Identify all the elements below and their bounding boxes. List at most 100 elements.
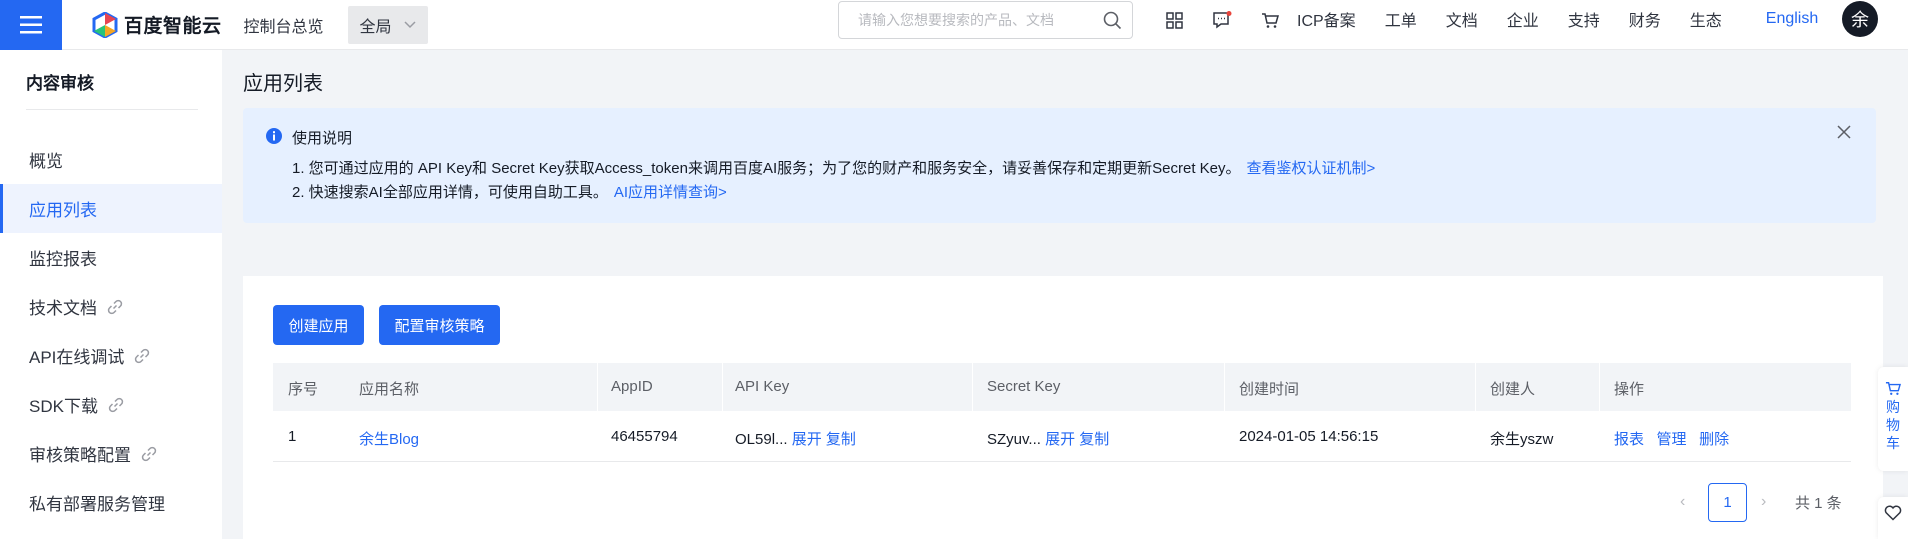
notice-line-1-text: 1. 您可通过应用的 API Key和 Secret Key获取Access_t…: [292, 160, 1241, 177]
sidebar-item-monitor-report[interactable]: 监控报表: [0, 233, 222, 282]
sidebar-item-overview[interactable]: 概览: [0, 135, 222, 184]
info-icon: [265, 127, 283, 149]
column-divider: [972, 363, 973, 411]
row-divider: [273, 461, 1851, 462]
sidebar-item-label: 监控报表: [29, 250, 97, 269]
configure-policy-button[interactable]: 配置审核策略: [379, 305, 500, 345]
sidebar-item-tech-docs[interactable]: 技术文档: [0, 282, 222, 331]
column-divider: [1599, 363, 1600, 411]
sidebar-item-label: 概览: [29, 152, 63, 171]
create-app-button[interactable]: 创建应用: [273, 305, 364, 345]
th-creator: 创建人: [1490, 381, 1536, 398]
th-app-id: AppID: [611, 378, 653, 395]
sidebar: 内容审核 概览 应用列表 监控报表 技术文档 API在线调试 SDK下载 审核策…: [0, 50, 222, 539]
prev-page-button[interactable]: ‹: [1680, 493, 1685, 511]
nav-enterprise[interactable]: 企业: [1507, 7, 1539, 31]
notice-line-2: 2. 快速搜索AI全部应用详情，可使用自助工具。 AI应用详情查询>: [292, 181, 727, 202]
sidebar-item-label: API在线调试: [29, 348, 125, 367]
external-link-icon: [107, 396, 125, 414]
region-value: 全局: [359, 18, 392, 36]
nav-support[interactable]: 支持: [1568, 7, 1600, 31]
region-select[interactable]: 全局: [347, 5, 428, 44]
next-page-button[interactable]: ›: [1761, 493, 1766, 511]
page-title: 应用列表: [243, 73, 323, 95]
chevron-down-icon: [404, 18, 416, 32]
ai-app-query-link[interactable]: AI应用详情查询>: [614, 184, 727, 201]
close-icon[interactable]: [1834, 122, 1854, 142]
sidebar-title: 内容审核: [26, 74, 94, 93]
floating-favorite-tab[interactable]: [1878, 497, 1908, 539]
sidebar-item-label: SDK下载: [29, 397, 98, 416]
cell-creator: 余生yszw: [1490, 431, 1554, 448]
th-secret-key: Secret Key: [987, 378, 1061, 395]
message-icon[interactable]: [1198, 0, 1246, 40]
api-key-copy-link[interactable]: 复制: [826, 431, 856, 448]
avatar[interactable]: 余: [1842, 1, 1878, 37]
cell-app-id: 46455794: [611, 428, 678, 445]
apps-icon[interactable]: [1150, 0, 1198, 40]
external-link-icon: [140, 445, 158, 463]
notice-line-2-text: 2. 快速搜索AI全部应用详情，可使用自助工具。: [292, 184, 608, 201]
api-key-expand-link[interactable]: 展开: [792, 431, 822, 448]
logo[interactable]: 百度智能云: [92, 10, 222, 39]
sidebar-item-label: 审核策略配置: [29, 446, 131, 465]
cell-api-key: OL59l... 展开 复制: [735, 428, 856, 449]
th-actions: 操作: [1614, 381, 1645, 398]
menu-button[interactable]: [0, 0, 62, 50]
app-name-link[interactable]: 余生Blog: [359, 431, 419, 448]
top-nav: ICP备案 工单 文档 企业 支持 财务 生态 English: [1297, 0, 1847, 38]
secret-key-value: SZyuv...: [987, 431, 1041, 448]
sidebar-item-policy-config[interactable]: 审核策略配置: [0, 429, 222, 478]
logo-text: 百度智能云: [124, 16, 222, 37]
external-link-icon: [106, 298, 124, 316]
heart-icon: [1884, 505, 1902, 521]
column-divider: [722, 363, 723, 411]
language-switch[interactable]: English: [1766, 10, 1818, 28]
column-divider: [1475, 363, 1476, 411]
nav-finance[interactable]: 财务: [1629, 7, 1661, 31]
cell-actions: 报表 管理 删除: [1614, 428, 1729, 449]
external-link-icon: [133, 347, 151, 365]
usage-notice: 使用说明 1. 您可通过应用的 API Key和 Secret Key获取Acc…: [243, 108, 1876, 223]
sidebar-item-sdk-download[interactable]: SDK下载: [0, 380, 222, 429]
sidebar-item-private-deploy[interactable]: 私有部署服务管理: [0, 478, 222, 527]
manage-link[interactable]: 管理: [1657, 431, 1687, 448]
delete-link[interactable]: 删除: [1699, 431, 1729, 448]
nav-ticket[interactable]: 工单: [1385, 7, 1417, 31]
sidebar-item-api-debug[interactable]: API在线调试: [0, 331, 222, 380]
cell-index: 1: [288, 428, 297, 445]
cart-icon[interactable]: [1246, 0, 1294, 40]
cart-icon: [1885, 382, 1901, 395]
search-input[interactable]: [858, 12, 1098, 28]
column-divider: [1224, 363, 1225, 411]
sidebar-item-label: 技术文档: [29, 299, 97, 318]
page-number-button[interactable]: 1: [1708, 483, 1747, 522]
pagination-total: 共 1 条: [1795, 495, 1842, 512]
report-link[interactable]: 报表: [1614, 431, 1644, 448]
floating-cart-tab[interactable]: 购物车: [1878, 367, 1908, 471]
th-index: 序号: [288, 381, 319, 398]
sidebar-divider: [26, 109, 198, 110]
search-box: [838, 1, 1133, 39]
nav-icp[interactable]: ICP备案: [1297, 7, 1356, 31]
auth-doc-link[interactable]: 查看鉴权认证机制>: [1247, 160, 1376, 177]
menu-icon: [20, 15, 42, 33]
cell-created-at: 2024-01-05 14:56:15: [1239, 428, 1379, 445]
cell-app-name: 余生Blog: [359, 428, 419, 449]
floating-cart-label: 购物车: [1886, 399, 1900, 451]
nav-docs[interactable]: 文档: [1446, 7, 1478, 31]
sidebar-item-label: 应用列表: [29, 201, 97, 220]
th-api-key: API Key: [735, 378, 790, 395]
secret-key-expand-link[interactable]: 展开: [1045, 431, 1075, 448]
sidebar-item-label: 私有部署服务管理: [29, 495, 165, 514]
top-icon-group: [1150, 0, 1294, 40]
cell-secret-key: SZyuv... 展开 复制: [987, 428, 1109, 449]
th-app-name: 应用名称: [359, 381, 420, 398]
nav-ecosystem[interactable]: 生态: [1690, 7, 1722, 31]
baidu-cloud-logo-icon: [92, 10, 118, 39]
search-icon[interactable]: [1103, 11, 1122, 34]
console-overview-link[interactable]: 控制台总览: [244, 13, 324, 37]
secret-key-copy-link[interactable]: 复制: [1079, 431, 1109, 448]
th-created-at: 创建时间: [1239, 381, 1300, 398]
sidebar-item-app-list[interactable]: 应用列表: [0, 184, 222, 233]
